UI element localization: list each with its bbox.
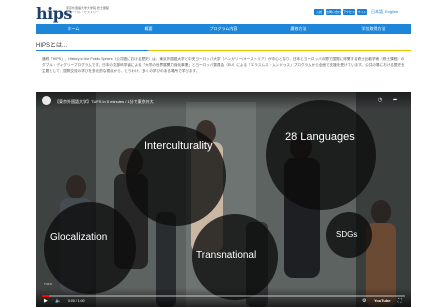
intro-paragraph: 通称「HIPS」、History in the Public Sphere（公共… bbox=[42, 57, 405, 73]
header-button-access[interactable]: アクセス bbox=[343, 9, 355, 15]
bubble-glocalization-label: Glocalization bbox=[50, 232, 108, 243]
bubble-languages bbox=[266, 100, 376, 210]
watch-later-icon[interactable]: ◷ bbox=[378, 97, 382, 103]
fullscreen-icon[interactable]: ⛶ bbox=[398, 298, 402, 304]
logo-subtitle-line-2: グローバル・ヒストリー bbox=[66, 10, 99, 14]
nav-item-program[interactable]: プログラム内容 bbox=[186, 24, 261, 34]
video-player[interactable]: 【東京外国語大学】TUFS in 5 minutes / 1分で東京外大 ◷ ➦… bbox=[36, 92, 411, 307]
share-icon[interactable]: ➦ bbox=[393, 97, 397, 103]
channel-watermark: TUFS bbox=[44, 282, 52, 286]
lang-ja-link[interactable]: 日本語 bbox=[371, 9, 383, 15]
video-time: 0:00 / 1:00 bbox=[68, 299, 85, 303]
title-divider bbox=[36, 50, 411, 51]
play-icon[interactable]: ▶ bbox=[44, 298, 48, 304]
bubble-transnational-label: Transnational bbox=[196, 250, 257, 261]
bubble-sdgs-label: SDGs bbox=[336, 230, 358, 239]
channel-avatar[interactable] bbox=[42, 96, 51, 105]
nav-item-curriculum[interactable]: 履修方法 bbox=[261, 24, 336, 34]
bubble-glocalization bbox=[44, 202, 136, 294]
nav-item-home[interactable]: ホーム bbox=[36, 24, 111, 34]
page-title: HIPSとは... bbox=[36, 43, 68, 49]
header-button-admission[interactable]: 入試 bbox=[314, 9, 324, 15]
bubble-interculturality-label: Interculturality bbox=[144, 140, 213, 152]
video-progress-fill bbox=[42, 295, 50, 297]
logo-subtitle: 東京外国語大学大学院 修士課程 グローバル・ヒストリー bbox=[66, 6, 156, 14]
volume-icon[interactable]: 🔈 bbox=[55, 298, 61, 304]
nav-item-degree[interactable]: 学位取得方法 bbox=[336, 24, 411, 34]
video-control-bar bbox=[36, 288, 411, 307]
youtube-logo[interactable]: YouTube bbox=[374, 298, 391, 303]
nav-item-about[interactable]: 概要 bbox=[111, 24, 186, 34]
main-nav: ホーム 概要 プログラム内容 履修方法 学位取得方法 bbox=[36, 24, 411, 34]
header-button-contact[interactable]: お問い合わせ bbox=[326, 9, 341, 20]
video-progress-bar[interactable] bbox=[42, 295, 405, 297]
site-header: hips 東京外国語大学大学院 修士課程 グローバル・ヒストリー 入試 お問い合… bbox=[0, 0, 447, 24]
video-title[interactable]: 【東京外国語大学】TUFS in 5 minutes / 1分で東京外大 bbox=[55, 99, 154, 105]
bubble-languages-label: 28 Languages bbox=[285, 131, 355, 143]
lang-en-link[interactable]: English bbox=[385, 9, 398, 15]
header-button-sitemap[interactable]: サイト bbox=[357, 9, 367, 15]
settings-icon[interactable]: ⚙ bbox=[362, 298, 366, 304]
